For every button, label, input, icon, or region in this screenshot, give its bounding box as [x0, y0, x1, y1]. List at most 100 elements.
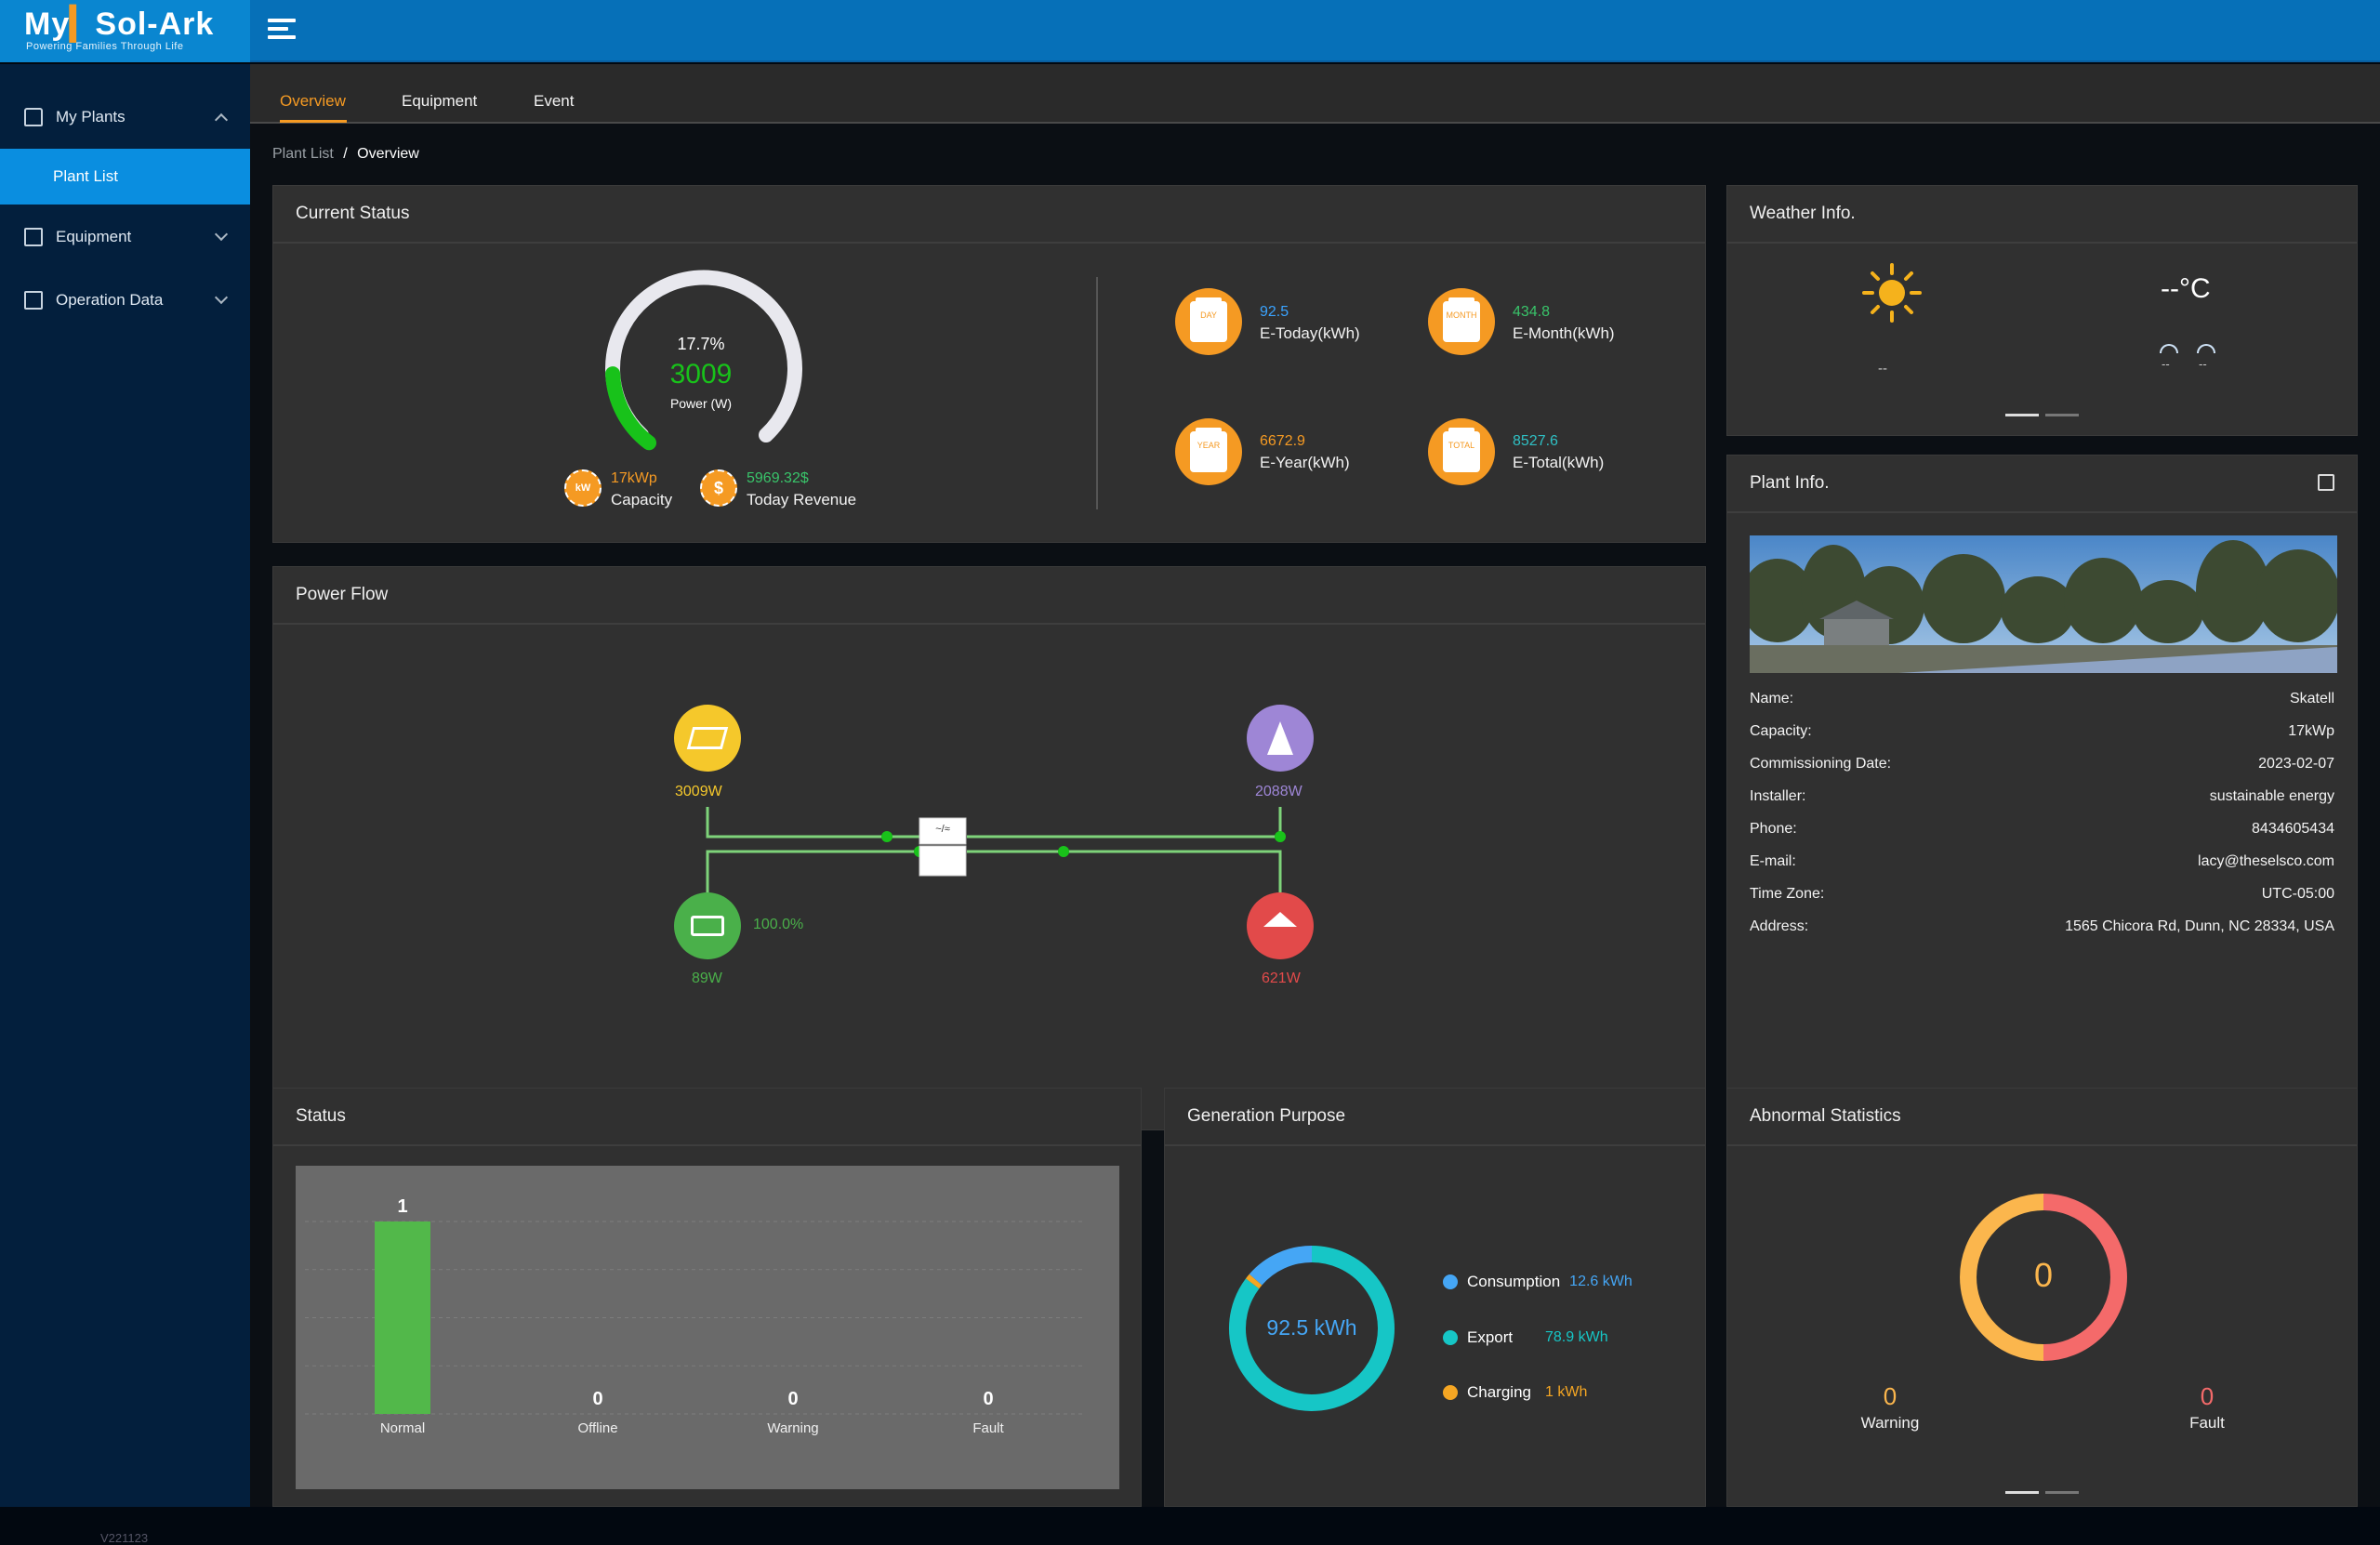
bar-value-label: 0: [787, 1389, 798, 1409]
equipment-icon: [24, 228, 43, 246]
version-label: V221123: [100, 1531, 149, 1545]
main-content: Overview Equipment Event Plant List / Ov…: [250, 64, 2380, 1507]
generation-total: 92.5 kWh: [1266, 1315, 1357, 1340]
home-load-icon[interactable]: [1247, 892, 1314, 959]
breadcrumb-plant-list[interactable]: Plant List: [272, 146, 334, 162]
legend-value: 78.9 kWh: [1545, 1329, 1608, 1345]
revenue-icon: $: [700, 469, 737, 507]
logo-tagline: Powering Families Through Life: [26, 41, 184, 52]
legend-charging: Charging 1 kWh: [1443, 1383, 1587, 1402]
top-bar: My▎Sol-Ark Powering Families Through Lif…: [0, 0, 2380, 62]
legend-dot: [1443, 1385, 1458, 1400]
bar-value-label: 0: [983, 1389, 993, 1409]
card-title: Current Status: [273, 186, 1705, 244]
status-bar-chart: 1 Normal 0 Offline 0 Warning 0 Fault: [296, 1166, 1119, 1489]
e-today-value: 92.5: [1260, 304, 1289, 320]
plant-label: Address:: [1750, 918, 1809, 934]
legend-label: Consumption: [1467, 1273, 1561, 1290]
menu-toggle-icon[interactable]: [268, 19, 296, 45]
legend-export: Export 78.9 kWh: [1443, 1328, 1608, 1347]
legend-label: Export: [1467, 1328, 1514, 1346]
plant-value: 17kWp: [2288, 723, 2334, 739]
card-title: Plant Info.: [1727, 456, 2357, 513]
plant-row-timezone: Time Zone: UTC-05:00: [1750, 886, 2334, 903]
revenue-label: Today Revenue: [747, 491, 857, 508]
plant-row-installer: Installer: sustainable energy: [1750, 788, 2334, 805]
legend-consumption: Consumption 12.6 kWh: [1443, 1273, 1633, 1291]
plant-value: lacy@theselsco.com: [2198, 853, 2334, 869]
logo-my-text: My: [24, 7, 71, 42]
sunrise-time: --: [2162, 357, 2170, 371]
breadcrumb: Plant List / Overview: [272, 146, 419, 163]
gauge-track: [605, 270, 802, 442]
sidebar-item-operation-data[interactable]: Operation Data: [0, 272, 250, 328]
inverter-icon: ~/≈: [935, 824, 950, 835]
warning-count: 0: [1883, 1382, 1897, 1410]
bar-value-label: 1: [397, 1196, 407, 1217]
plant-label: E-mail:: [1750, 853, 1796, 869]
capacity-value: 17kWp: [611, 470, 657, 486]
plant-label: Commissioning Date:: [1750, 756, 1892, 772]
e-month-value: 434.8: [1513, 304, 1551, 320]
e-month-label: E-Month(kWh): [1513, 324, 1615, 342]
gauge-power-label: Power (W): [669, 396, 733, 411]
plant-row-capacity: Capacity: 17kWp: [1750, 723, 2334, 740]
plant-row-name: Name: Skatell: [1750, 691, 2334, 707]
home-icon: [24, 108, 43, 126]
breadcrumb-current: Overview: [357, 146, 419, 162]
divider: [1096, 277, 1098, 509]
plant-value: 1565 Chicora Rd, Dunn, NC 28334, USA: [2065, 918, 2334, 934]
status-card: Status 1 Normal 0 Offline 0 Warning 0 Fault: [272, 1088, 1142, 1507]
sunrise-icon: [2160, 344, 2178, 353]
plant-row-commissioning: Commissioning Date: 2023-02-07: [1750, 756, 2334, 772]
sidebar-item-equipment[interactable]: Equipment: [0, 209, 250, 265]
edit-icon[interactable]: [2318, 474, 2334, 491]
sun-icon: [1862, 263, 1922, 323]
plant-value: 2023-02-07: [2258, 756, 2334, 772]
chevron-up-icon: [214, 112, 229, 127]
battery-power-value: 89W: [692, 971, 722, 986]
capacity-icon: kW: [564, 469, 602, 507]
tab-equipment[interactable]: Equipment: [402, 92, 477, 111]
battery-soc-value: 100.0%: [753, 917, 804, 932]
e-today-label: E-Today(kWh): [1260, 324, 1360, 342]
tab-event[interactable]: Event: [534, 92, 574, 111]
power-flow-lines: [706, 807, 1286, 916]
solar-panel-icon[interactable]: [674, 705, 741, 772]
chevron-down-icon: [214, 290, 229, 305]
card-title: Weather Info.: [1727, 186, 2357, 244]
card-title: Abnormal Statistics: [1727, 1089, 2357, 1146]
carousel-dot[interactable]: [2045, 1491, 2079, 1494]
carousel-dot-active[interactable]: [2005, 414, 2039, 416]
fault-count: 0: [2200, 1382, 2215, 1410]
legend-label: Charging: [1467, 1383, 1531, 1401]
grid-tower-icon[interactable]: [1247, 705, 1314, 772]
plant-photo: [1750, 535, 2337, 673]
total-badge: TOTAL: [1443, 428, 1480, 472]
year-calendar-icon: YEAR: [1175, 418, 1242, 485]
abnormal-total: 0: [2033, 1256, 2054, 1294]
generation-purpose-card: Generation Purpose 92.5 kWh Consumption 1…: [1164, 1088, 1706, 1507]
bar-normal[interactable]: [375, 1221, 430, 1414]
category-label: Fault: [972, 1420, 1004, 1436]
plant-label: Time Zone:: [1750, 886, 1825, 902]
battery-icon[interactable]: [674, 892, 741, 959]
donut-slice-charging: [1245, 1274, 1263, 1289]
warning-label: Warning: [1860, 1414, 1920, 1432]
tab-overview[interactable]: Overview: [280, 92, 346, 111]
carousel-dot-active[interactable]: [2005, 1491, 2039, 1494]
solar-power-value: 3009W: [675, 784, 722, 799]
total-calendar-icon: TOTAL: [1428, 418, 1495, 485]
donut-slice-consumption: [1249, 1246, 1313, 1286]
plant-info-card: Plant Info. Name: Skatell Capacity: 17kWp …: [1726, 455, 2358, 1130]
plant-row-address: Address: 1565 Chicora Rd, Dunn, NC 28334,…: [1750, 918, 2334, 935]
sidebar-item-my-plants[interactable]: My Plants: [0, 89, 250, 145]
capacity-label: Capacity: [611, 491, 673, 508]
weather-condition: --: [1878, 361, 1887, 376]
carousel-dot[interactable]: [2045, 414, 2079, 416]
logo[interactable]: My▎Sol-Ark Powering Families Through Lif…: [0, 0, 250, 62]
sunset-time: --: [2199, 357, 2207, 371]
plant-label: Phone:: [1750, 821, 1797, 837]
plant-label: Installer:: [1750, 788, 1806, 804]
sidebar-item-plant-list[interactable]: Plant List: [0, 149, 250, 205]
